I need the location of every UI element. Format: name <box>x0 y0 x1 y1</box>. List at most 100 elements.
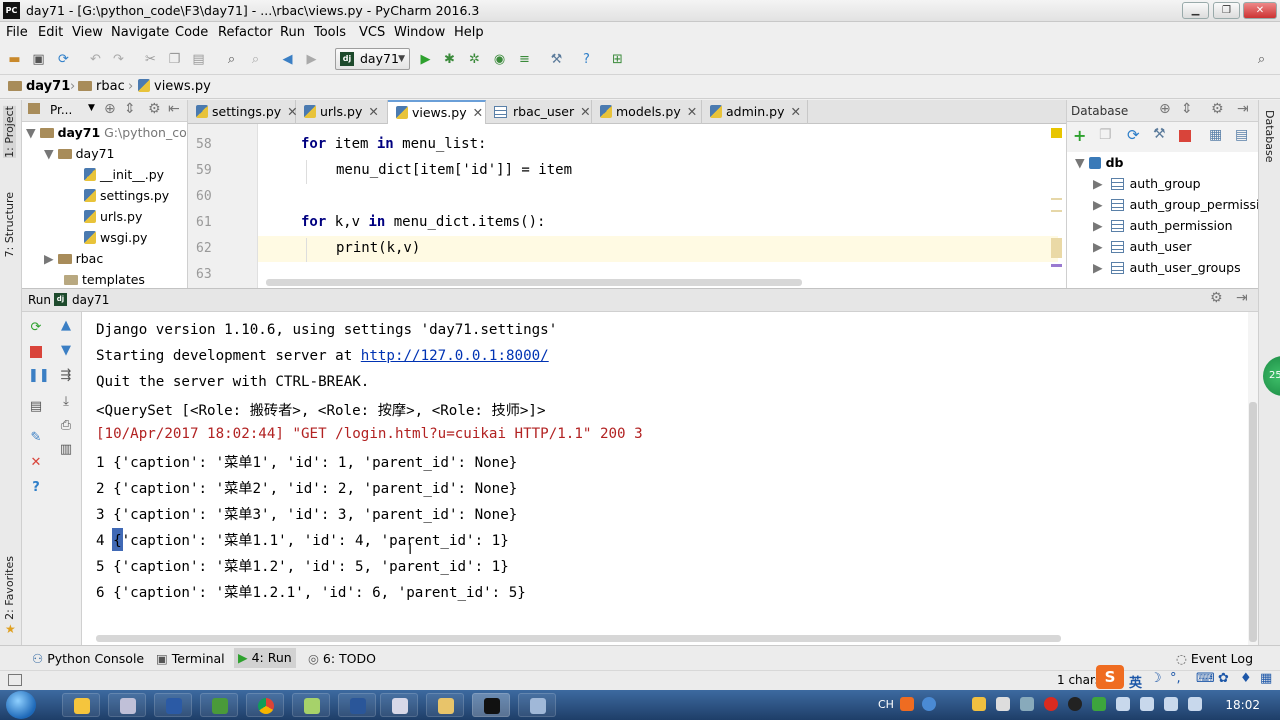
up-arrow-icon[interactable]: ▲ <box>58 318 74 334</box>
run-config-tab[interactable]: day71 <box>72 293 109 307</box>
tray-icon[interactable] <box>972 697 986 711</box>
menu-code[interactable]: Code <box>175 25 208 40</box>
maximize-button[interactable]: ❐ <box>1213 2 1240 19</box>
tree-item-day71[interactable]: ▼ day71 <box>44 146 115 161</box>
gear-icon[interactable]: ⚙ <box>1211 101 1224 117</box>
explorer-taskbar-icon[interactable] <box>426 693 464 717</box>
menu-window[interactable]: Window <box>394 25 445 40</box>
help-icon[interactable]: ? <box>578 51 595 68</box>
tree-item-wsgi[interactable]: wsgi.py <box>84 230 147 245</box>
collapse-icon[interactable]: ⇕ <box>1181 101 1193 117</box>
layout-toggle-icon[interactable] <box>8 674 22 686</box>
code-line[interactable]: for item in menu_list: <box>301 136 486 152</box>
sync-icon[interactable]: ⟳ <box>55 51 72 68</box>
open-folder-icon[interactable]: ▬ <box>6 51 23 68</box>
punctuation-icon[interactable]: °, <box>1170 671 1181 686</box>
notepad-taskbar-icon[interactable] <box>292 693 330 717</box>
code-line[interactable]: menu_dict[item['id']] = item <box>336 162 572 178</box>
word-taskbar-icon[interactable] <box>338 693 376 717</box>
db-table-item[interactable]: ▶ auth_group <box>1093 176 1201 191</box>
python-console-button[interactable]: ⚇ Python Console <box>32 651 144 666</box>
replace-icon[interactable]: ⌕ <box>247 51 264 68</box>
search-everywhere-icon[interactable]: ⌕ <box>1253 51 1270 68</box>
tree-item-rbac[interactable]: ▶ rbac <box>44 251 103 266</box>
database-tool-button[interactable]: Database <box>1263 110 1276 163</box>
trash-icon[interactable]: ▥ <box>58 442 74 458</box>
db-root[interactable]: ▼ db <box>1075 155 1124 170</box>
tree-item-templates[interactable]: templates <box>64 272 145 287</box>
find-icon[interactable]: ⌕ <box>223 51 240 68</box>
console-icon[interactable]: ▤ <box>1235 127 1248 143</box>
menu-refactor[interactable]: Refactor <box>218 25 273 40</box>
keyboard-icon[interactable]: ⌨ <box>1196 671 1215 686</box>
terminal-button[interactable]: ▣ Terminal <box>156 651 225 666</box>
close-icon[interactable]: ✕ <box>687 104 697 119</box>
network-icon[interactable] <box>1164 697 1178 711</box>
db-table-item[interactable]: ▶ auth_user_groups <box>1093 260 1241 275</box>
help-tray-icon[interactable] <box>922 697 936 711</box>
favorites-tool-button[interactable]: 2: Favorites <box>3 556 16 620</box>
collapse-icon[interactable]: ⇕ <box>124 101 136 117</box>
close-icon[interactable]: ✕ <box>580 104 590 119</box>
clock[interactable]: 18:02 <box>1225 698 1260 712</box>
event-log-button[interactable]: ◌ Event Log <box>1176 651 1253 666</box>
soft-wrap-icon[interactable]: ⇶ <box>58 368 74 384</box>
tab-models-py[interactable]: models.py ✕ <box>592 100 702 124</box>
tree-item-init[interactable]: __init__.py <box>84 167 164 182</box>
down-arrow-icon[interactable]: ▼ <box>58 343 74 359</box>
run-icon[interactable]: ▶ <box>417 51 434 68</box>
profile-icon[interactable]: ◉ <box>491 51 508 68</box>
vertical-scrollbar[interactable] <box>1248 312 1258 645</box>
copy-icon[interactable]: ❐ <box>1099 127 1112 143</box>
scroll-icon[interactable]: ⊕ <box>1159 101 1171 117</box>
cut-icon[interactable]: ✂ <box>142 51 159 68</box>
add-icon[interactable]: + <box>1073 126 1086 145</box>
taskbar-app-4[interactable] <box>200 693 238 717</box>
plugin-icon[interactable]: ⊞ <box>609 51 626 68</box>
chrome-taskbar-icon[interactable] <box>246 693 284 717</box>
concurrency-icon[interactable]: ≡ <box>516 51 533 68</box>
close-window-button[interactable]: ✕ <box>1243 2 1277 19</box>
forward-icon[interactable]: ▶ <box>303 51 320 68</box>
tray-icon[interactable] <box>1068 697 1082 711</box>
minimize-button[interactable]: ▁ <box>1182 2 1209 19</box>
sogou-tray-icon[interactable] <box>900 697 914 711</box>
coverage-icon[interactable]: ✲ <box>466 51 483 68</box>
run-configuration-select[interactable]: dj day71 ▼ <box>335 48 410 70</box>
pin-icon[interactable]: ✎ <box>28 430 44 446</box>
help-icon[interactable]: ? <box>28 480 44 496</box>
debug-icon[interactable]: ✱ <box>441 51 458 68</box>
tray-icon[interactable] <box>1020 697 1034 711</box>
taskbar-app-2[interactable] <box>108 693 146 717</box>
project-view-select[interactable]: Pr... <box>50 103 72 117</box>
properties-icon[interactable]: ⚒ <box>1153 126 1166 142</box>
tab-views-py[interactable]: views.py ✕ <box>388 100 486 124</box>
start-button[interactable] <box>6 691 36 719</box>
server-url-link[interactable]: http://127.0.0.1:8000/ <box>361 348 549 364</box>
layout-icon[interactable]: ▤ <box>28 399 44 415</box>
taskbar-app-8[interactable] <box>380 693 418 717</box>
undo-icon[interactable]: ↶ <box>87 51 104 68</box>
back-icon[interactable]: ◀ <box>279 51 296 68</box>
tree-item-urls[interactable]: urls.py <box>84 209 142 224</box>
close-icon[interactable]: ✕ <box>28 455 44 471</box>
menu-navigate[interactable]: Navigate <box>111 25 169 40</box>
language-indicator[interactable]: CH <box>878 698 894 711</box>
tray-icon[interactable] <box>996 697 1010 711</box>
menu-help[interactable]: Help <box>454 25 484 40</box>
taskbar-app-3[interactable] <box>154 693 192 717</box>
sogou-ime-icon[interactable]: S <box>1096 665 1124 689</box>
inspection-warning-marker[interactable] <box>1051 128 1062 138</box>
close-icon[interactable]: ✕ <box>473 105 483 120</box>
pause-icon[interactable]: ❚❚ <box>28 368 50 384</box>
copy-icon[interactable]: ❐ <box>166 51 183 68</box>
hide-icon[interactable]: ⇥ <box>1236 290 1248 306</box>
paste-icon[interactable]: ▤ <box>190 51 207 68</box>
db-table-item[interactable]: ▶ auth_user <box>1093 239 1192 254</box>
menu-view[interactable]: View <box>72 25 103 40</box>
code-line[interactable]: for k,v in menu_dict.items(): <box>301 214 545 230</box>
project-tool-button[interactable]: 1: Project <box>3 106 16 158</box>
taskbar-app-1[interactable] <box>62 693 100 717</box>
close-icon[interactable]: ✕ <box>368 104 378 119</box>
taskbar-app-11[interactable] <box>518 693 556 717</box>
